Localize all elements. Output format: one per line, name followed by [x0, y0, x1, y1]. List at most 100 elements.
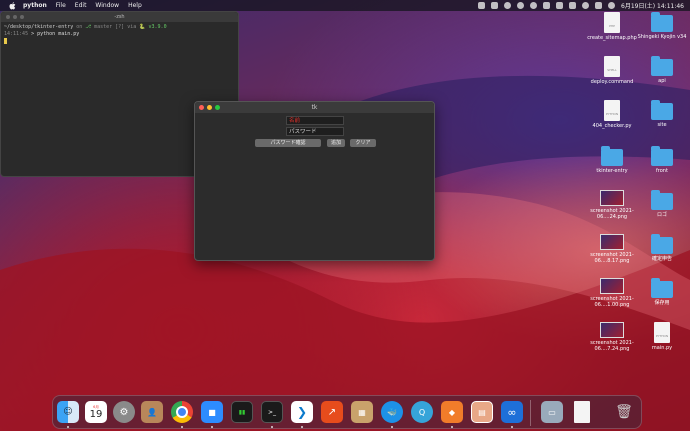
- desktop-item[interactable]: 確定申告: [632, 234, 690, 262]
- name-entry[interactable]: 名前: [286, 116, 344, 125]
- control-center-icon[interactable]: [595, 2, 602, 9]
- menu-clock[interactable]: 6月19日(土) 14:11:46: [621, 1, 684, 10]
- contacts-icon[interactable]: 👤: [141, 401, 163, 423]
- vscode-icon[interactable]: ❯: [291, 401, 313, 423]
- desktop-item-label: ロゴ: [656, 212, 667, 218]
- menu-window[interactable]: Window: [95, 0, 119, 11]
- running-indicator: [451, 426, 453, 428]
- cloud-icon[interactable]: [530, 2, 537, 9]
- docker-icon[interactable]: 🐳: [381, 401, 403, 423]
- running-indicator: [67, 426, 69, 428]
- branch-icon: ⎇: [85, 24, 92, 30]
- desktop-item-label: Shingeki Kyojin v34: [637, 34, 687, 40]
- terminal-icon[interactable]: >_: [261, 401, 283, 423]
- tk-title: tk: [311, 104, 318, 111]
- prompt-path: ~/desktop/tkinter-entry: [4, 24, 74, 30]
- terminal-title: -zsh: [114, 14, 125, 20]
- file-type-tag: PHP: [609, 24, 615, 28]
- prompt-on: on: [76, 24, 83, 30]
- file-icon: PHP: [604, 12, 620, 33]
- zoom-button[interactable]: [215, 105, 220, 110]
- file-icon: SHELL: [604, 56, 620, 77]
- folder-icon: [651, 146, 673, 166]
- zoom-icon[interactable]: ■: [201, 401, 223, 423]
- status-icon-app5[interactable]: [543, 2, 550, 9]
- stocks-icon[interactable]: ↗: [321, 401, 343, 423]
- quicktime-icon[interactable]: Q: [411, 401, 433, 423]
- wifi-icon[interactable]: [582, 2, 589, 9]
- archive-icon[interactable]: ▦: [351, 401, 373, 423]
- calendar-day: 19: [89, 408, 103, 420]
- terminal-glyph: >_: [267, 408, 277, 416]
- confirm-password-button[interactable]: パスワード確認: [255, 139, 321, 147]
- shapes-icon[interactable]: ◆: [441, 401, 463, 423]
- stickies-icon[interactable]: ▤: [471, 401, 493, 423]
- running-indicator: [511, 426, 513, 428]
- document-icon[interactable]: [574, 401, 590, 423]
- desktop-item[interactable]: site: [632, 100, 690, 128]
- running-indicator: [181, 426, 183, 428]
- preview-icon[interactable]: ▭: [541, 401, 563, 423]
- prompt-branch: master [?] via: [94, 24, 137, 30]
- siri-icon[interactable]: [608, 2, 615, 9]
- image-file-icon: [600, 322, 624, 338]
- status-icon-app1[interactable]: [478, 2, 485, 9]
- desktop-item[interactable]: ロゴ: [632, 190, 690, 218]
- system-preferences-icon[interactable]: ⚙: [113, 401, 135, 423]
- image-file-icon: [600, 234, 624, 250]
- minimize-button[interactable]: [207, 105, 212, 110]
- file-icon: PYTHON: [654, 322, 670, 343]
- clear-button[interactable]: クリア: [350, 139, 376, 147]
- running-indicator: [271, 426, 273, 428]
- folder-icon: [651, 100, 673, 120]
- terminal-titlebar[interactable]: -zsh: [1, 12, 238, 22]
- running-indicator: [391, 426, 393, 428]
- desktop-item[interactable]: 保存用: [632, 278, 690, 306]
- add-button[interactable]: 追加: [327, 139, 345, 147]
- desktop-item[interactable]: api: [632, 56, 690, 84]
- terminal-cursor: [4, 38, 7, 44]
- status-icon-app3[interactable]: [504, 2, 511, 9]
- tk-window[interactable]: tk 名前 パスワード パスワード確認 追加 クリア: [194, 101, 435, 261]
- status-icon-app2[interactable]: [491, 2, 498, 9]
- desktop-item-label: main.py: [651, 345, 673, 351]
- bluetooth-icon[interactable]: [569, 2, 576, 9]
- password-entry[interactable]: パスワード: [286, 127, 344, 136]
- folder-icon: [601, 146, 623, 166]
- prompt-python-version: v3.9.0: [148, 24, 167, 30]
- infinity-icon[interactable]: ∞: [501, 401, 523, 423]
- image-file-icon: [600, 278, 624, 294]
- menu-app-name[interactable]: python: [23, 0, 47, 11]
- running-indicator: [301, 426, 303, 428]
- file-type-tag: PYTHON: [655, 334, 669, 338]
- python-icon: 🐍: [139, 24, 146, 30]
- menu-file[interactable]: File: [56, 0, 66, 11]
- menu-edit[interactable]: Edit: [75, 0, 87, 11]
- status-icon-app6[interactable]: [556, 2, 563, 9]
- apple-icon[interactable]: [8, 1, 17, 10]
- trash-icon[interactable]: 🗑: [613, 401, 635, 423]
- terminal-output[interactable]: ~/desktop/tkinter-entry on ⎇ master [?] …: [1, 22, 238, 48]
- tk-titlebar[interactable]: tk: [195, 102, 434, 113]
- menu-help[interactable]: Help: [128, 0, 142, 11]
- desktop-item[interactable]: Shingeki Kyojin v34: [632, 12, 690, 40]
- desktop-item[interactable]: PYTHON main.py: [632, 322, 690, 351]
- dock-divider: [530, 400, 531, 426]
- close-button[interactable]: [199, 105, 204, 110]
- minimize-button[interactable]: [13, 15, 17, 19]
- activity-monitor-icon[interactable]: ▮▮: [231, 401, 253, 423]
- desktop-item-label: site: [657, 122, 667, 128]
- folder-icon: [651, 56, 673, 76]
- image-file-icon: [600, 190, 624, 206]
- finder-icon[interactable]: ☺: [57, 401, 79, 423]
- status-icon-app4[interactable]: [517, 2, 524, 9]
- folder-icon: [651, 234, 673, 254]
- chrome-icon[interactable]: [171, 401, 193, 423]
- zoom-button[interactable]: [20, 15, 24, 19]
- running-indicator: [211, 426, 213, 428]
- file-type-tag: SHELL: [607, 68, 617, 72]
- calendar-icon[interactable]: 6月 19: [85, 401, 107, 423]
- desktop-item-label: front: [656, 168, 668, 174]
- close-button[interactable]: [6, 15, 10, 19]
- desktop-item[interactable]: front: [632, 146, 690, 174]
